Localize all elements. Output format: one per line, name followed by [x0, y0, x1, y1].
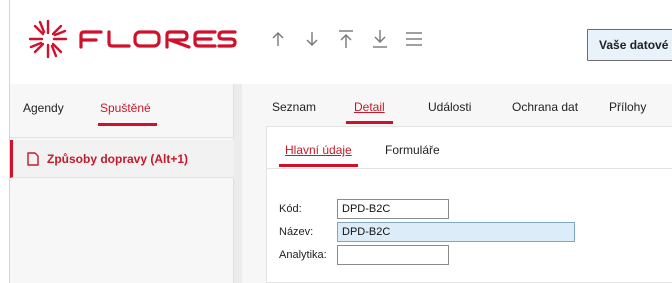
flores-logo: [27, 18, 237, 60]
tab-spustene[interactable]: Spuštěné: [98, 101, 157, 126]
tab-ochrana-dat[interactable]: Ochrana dat: [512, 100, 578, 114]
menu-button[interactable]: [397, 24, 431, 54]
arrow-to-bottom-icon: [373, 30, 387, 48]
arrow-down-icon: [306, 32, 318, 46]
arrow-up-icon: [272, 32, 284, 46]
panel-divider[interactable]: [234, 84, 242, 283]
tab-seznam-label: Seznam: [272, 100, 317, 114]
subtab-formulare[interactable]: Formuláře: [385, 143, 440, 157]
tab-udalosti[interactable]: Události: [428, 100, 471, 114]
tab-prilohy-label: Přílohy: [609, 100, 647, 114]
kod-field[interactable]: [337, 199, 449, 219]
detail-subtabs: Hlavní údaje Formuláře: [267, 127, 672, 169]
nazev-field[interactable]: [337, 222, 575, 242]
running-agenda-label: Způsoby dopravy (Alt+1): [47, 151, 189, 166]
arrow-to-top-icon: [339, 30, 353, 48]
tab-detail-label: Detail: [354, 100, 385, 114]
nazev-label: Název:: [279, 226, 314, 238]
move-down-button[interactable]: [295, 24, 329, 54]
running-agenda-item[interactable]: Způsoby dopravy (Alt+1): [10, 140, 234, 178]
tab-agendy[interactable]: Agendy: [23, 101, 64, 115]
tab-prilohy[interactable]: Přílohy: [609, 100, 646, 114]
tab-detail[interactable]: Detail: [346, 100, 393, 124]
subtab-formulare-label: Formuláře: [385, 143, 440, 157]
move-up-button[interactable]: [261, 24, 295, 54]
kod-label: Kód:: [279, 203, 302, 215]
analytika-field[interactable]: [337, 245, 449, 265]
subtab-hlavni-udaje[interactable]: Hlavní údaje: [279, 143, 358, 167]
record-navigation: [261, 24, 431, 54]
your-data-button[interactable]: Vaše datové: [587, 29, 672, 61]
main-panel: Seznam Detail Události Ochrana dat Přílo…: [242, 84, 672, 283]
flores-wordmark: [79, 30, 237, 49]
detail-pane: Hlavní údaje Formuláře Kód: Název: Analy…: [266, 126, 672, 283]
app-header: Vaše datové: [10, 0, 672, 84]
tab-seznam[interactable]: Seznam: [272, 100, 316, 114]
flores-star-icon: [28, 19, 68, 59]
move-to-top-button[interactable]: [329, 24, 363, 54]
document-icon: [27, 151, 39, 166]
subtab-hlavni-udaje-label: Hlavní údaje: [285, 143, 352, 157]
left-panel: Agendy Spuštěné Způsoby dopravy (Alt+1): [10, 84, 234, 283]
analytika-label: Analytika:: [279, 249, 327, 261]
move-to-bottom-button[interactable]: [363, 24, 397, 54]
left-panel-tabs: Agendy Spuštěné: [10, 84, 233, 138]
tab-ochrana-dat-label: Ochrana dat: [512, 100, 579, 114]
hamburger-menu-icon: [406, 32, 422, 46]
main-tabs: Seznam Detail Události Ochrana dat Přílo…: [242, 84, 672, 124]
tab-udalosti-label: Události: [428, 100, 472, 114]
